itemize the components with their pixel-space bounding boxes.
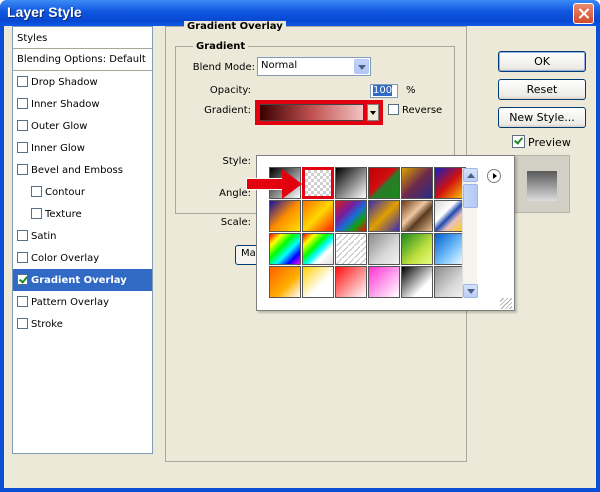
style-item-label: Pattern Overlay (31, 297, 110, 308)
annotation-arrow-icon (246, 178, 284, 190)
window-title: Layer Style (7, 4, 82, 20)
style-item-contour[interactable]: Contour (13, 181, 152, 203)
gradient-preset-swatch[interactable] (368, 167, 400, 199)
gradient-preset-swatch[interactable] (335, 266, 367, 298)
gradient-dropdown-button[interactable] (367, 104, 379, 121)
style-item-checkbox[interactable] (31, 208, 42, 219)
style-item-gradient-overlay[interactable]: Gradient Overlay (13, 269, 152, 291)
style-item-stroke[interactable]: Stroke (13, 313, 152, 335)
gradient-label: Gradient: (204, 105, 251, 116)
gradient-preset-swatch[interactable] (302, 266, 334, 298)
style-item-label: Bevel and Emboss (31, 165, 123, 176)
gradient-picker-field[interactable] (255, 100, 383, 125)
style-item-checkbox[interactable] (17, 318, 28, 329)
new-style-button[interactable]: New Style... (498, 107, 586, 128)
style-item-satin[interactable]: Satin (13, 225, 152, 247)
blend-mode-select[interactable]: Normal (257, 57, 371, 76)
style-item-checkbox[interactable] (17, 142, 28, 153)
gradient-preset-swatch[interactable] (368, 266, 400, 298)
style-item-label: Drop Shadow (31, 77, 98, 88)
opacity-unit: % (406, 85, 416, 96)
scroll-thumb[interactable] (463, 184, 478, 208)
styles-header[interactable]: Styles (13, 27, 152, 49)
style-item-checkbox[interactable] (17, 274, 28, 285)
style-item-outer-glow[interactable]: Outer Glow (13, 115, 152, 137)
gradient-preset-swatch[interactable] (269, 233, 301, 265)
style-item-checkbox[interactable] (17, 76, 28, 87)
scale-label: Scale: (220, 217, 251, 228)
ok-button[interactable]: OK (498, 51, 586, 72)
style-item-label: Outer Glow (31, 121, 88, 132)
style-preview-thumbnail (512, 155, 570, 213)
gradient-preset-swatch[interactable] (302, 233, 334, 265)
gradient-preset-swatch[interactable] (335, 233, 367, 265)
gradient-preset-swatch[interactable] (368, 200, 400, 232)
gradient-preset-swatch[interactable] (335, 200, 367, 232)
picker-menu-icon[interactable] (487, 169, 501, 183)
angle-label: Angle: (219, 188, 251, 199)
style-item-checkbox[interactable] (17, 164, 28, 175)
blend-mode-label: Blend Mode: (192, 62, 255, 73)
style-item-color-overlay[interactable]: Color Overlay (13, 247, 152, 269)
style-label: Style: (222, 156, 252, 167)
preview-checkbox[interactable]: Preview (512, 135, 571, 149)
picker-scrollbar[interactable] (462, 168, 478, 298)
scroll-down-icon[interactable] (463, 284, 478, 298)
style-item-label: Inner Shadow (31, 99, 100, 110)
gradient-preset-swatch[interactable] (335, 167, 367, 199)
gradient-preset-swatch[interactable] (269, 266, 301, 298)
style-item-inner-shadow[interactable]: Inner Shadow (13, 93, 152, 115)
chevron-down-icon[interactable] (354, 59, 369, 74)
styles-list: Styles Blending Options: Default Drop Sh… (12, 26, 153, 454)
gradient-preset-swatch[interactable] (401, 266, 433, 298)
gradient-preset-swatch[interactable] (401, 233, 433, 265)
gradient-preset-swatch[interactable] (401, 200, 433, 232)
group-title: Gradient (193, 41, 249, 52)
blend-mode-value: Normal (261, 60, 298, 71)
preview-checkbox-box[interactable] (512, 135, 525, 148)
style-item-label: Satin (31, 231, 57, 242)
gradient-preset-swatch[interactable] (401, 167, 433, 199)
reverse-checkbox[interactable]: Reverse (388, 104, 442, 116)
style-item-checkbox[interactable] (17, 230, 28, 241)
reverse-checkbox-box[interactable] (388, 104, 399, 115)
gradient-preset-swatch[interactable] (269, 200, 301, 232)
reset-button[interactable]: Reset (498, 79, 586, 100)
style-item-inner-glow[interactable]: Inner Glow (13, 137, 152, 159)
style-item-texture[interactable]: Texture (13, 203, 152, 225)
style-item-checkbox[interactable] (17, 296, 28, 307)
style-item-checkbox[interactable] (17, 120, 28, 131)
style-item-label: Stroke (31, 319, 63, 330)
style-item-checkbox[interactable] (17, 252, 28, 263)
gradient-preset-swatch[interactable] (302, 167, 334, 199)
section-title: Gradient Overlay (184, 21, 286, 32)
style-item-bevel-and-emboss[interactable]: Bevel and Emboss (13, 159, 152, 181)
style-item-drop-shadow[interactable]: Drop Shadow (13, 71, 152, 93)
scroll-up-icon[interactable] (463, 168, 478, 182)
opacity-input[interactable]: 100 (370, 84, 398, 98)
style-item-label: Contour (45, 187, 85, 198)
style-item-checkbox[interactable] (31, 186, 42, 197)
style-item-pattern-overlay[interactable]: Pattern Overlay (13, 291, 152, 313)
gradient-preset-swatch[interactable] (302, 200, 334, 232)
close-button[interactable] (573, 3, 594, 24)
resize-grip-icon[interactable] (500, 298, 512, 309)
opacity-label: Opacity: (209, 85, 251, 96)
style-item-label: Gradient Overlay (31, 275, 127, 286)
annotation-arrowhead-icon (282, 169, 302, 199)
title-bar[interactable]: Layer Style (0, 0, 600, 26)
style-item-label: Texture (45, 209, 82, 220)
style-item-label: Color Overlay (31, 253, 100, 264)
gradient-preset-swatch[interactable] (368, 233, 400, 265)
blending-options-item[interactable]: Blending Options: Default (13, 49, 152, 71)
gradient-preview[interactable] (259, 104, 364, 121)
style-item-checkbox[interactable] (17, 98, 28, 109)
style-item-label: Inner Glow (31, 143, 85, 154)
